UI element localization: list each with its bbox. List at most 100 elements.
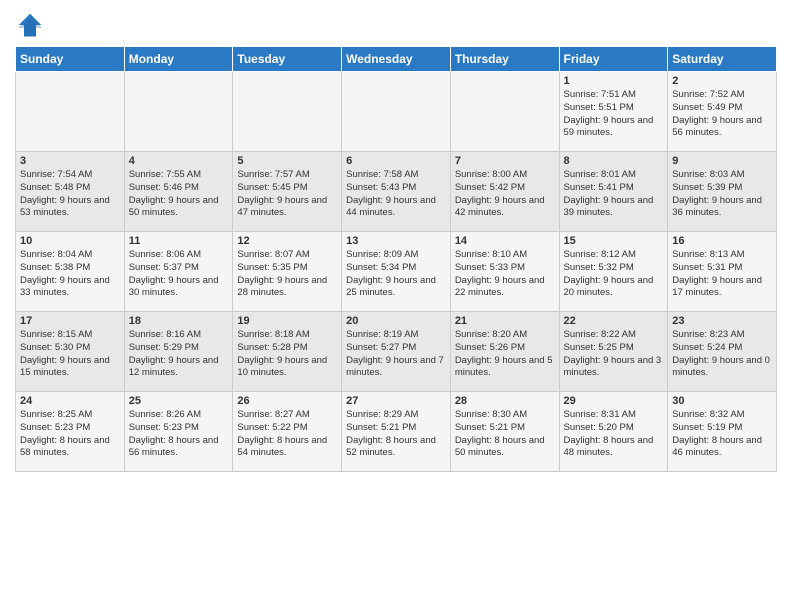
sunrise-text: Sunrise: 8:07 AM: [237, 249, 309, 260]
sunrise-text: Sunrise: 8:25 AM: [20, 409, 92, 420]
sunrise-text: Sunrise: 8:29 AM: [346, 409, 418, 420]
day-number: 2: [672, 75, 772, 87]
day-number: 17: [20, 315, 120, 327]
sunset-text: Sunset: 5:30 PM: [20, 342, 90, 353]
cell-content: Sunrise: 8:20 AMSunset: 5:26 PMDaylight:…: [455, 329, 555, 380]
daylight-text: Daylight: 9 hours and 36 minutes.: [672, 195, 762, 219]
sunrise-text: Sunrise: 8:13 AM: [672, 249, 744, 260]
sunset-text: Sunset: 5:23 PM: [129, 422, 199, 433]
sunset-text: Sunset: 5:24 PM: [672, 342, 742, 353]
daylight-text: Daylight: 9 hours and 15 minutes.: [20, 355, 110, 379]
day-number: 21: [455, 315, 555, 327]
sunrise-text: Sunrise: 8:12 AM: [564, 249, 636, 260]
day-cell: [450, 72, 559, 152]
sunset-text: Sunset: 5:31 PM: [672, 262, 742, 273]
cell-content: Sunrise: 8:19 AMSunset: 5:27 PMDaylight:…: [346, 329, 446, 380]
sunrise-text: Sunrise: 8:18 AM: [237, 329, 309, 340]
sunrise-text: Sunrise: 8:10 AM: [455, 249, 527, 260]
daylight-text: Daylight: 9 hours and 7 minutes.: [346, 355, 444, 379]
logo: [15, 10, 49, 40]
cell-content: Sunrise: 7:55 AM Sunset: 5:46 PM Daylight:…: [129, 169, 229, 220]
sunset-text: Sunset: 5:26 PM: [455, 342, 525, 353]
day-cell: 1Sunrise: 7:51 AMSunset: 5:51 PMDaylight…: [559, 72, 668, 152]
week-row-4: 17 Sunrise: 8:15 AM Sunset: 5:30 PM Dayligh…: [16, 312, 777, 392]
col-header-monday: Monday: [124, 47, 233, 72]
day-number: 8: [564, 155, 664, 167]
day-number: 9: [672, 155, 772, 167]
sunrise-text: Sunrise: 8:16 AM: [129, 329, 201, 340]
sunset-text: Sunset: 5:46 PM: [129, 182, 199, 193]
daylight-text: Daylight: 9 hours and 0 minutes.: [672, 355, 770, 379]
sunrise-text: Sunrise: 8:26 AM: [129, 409, 201, 420]
sunset-text: Sunset: 5:37 PM: [129, 262, 199, 273]
sunrise-text: Sunrise: 8:09 AM: [346, 249, 418, 260]
day-number: 11: [129, 235, 229, 247]
daylight-text: Daylight: 9 hours and 17 minutes.: [672, 275, 762, 299]
daylight-text: Daylight: 9 hours and 56 minutes.: [672, 115, 762, 139]
sunrise-text: Sunrise: 7:55 AM: [129, 169, 201, 180]
cell-content: Sunrise: 8:01 AMSunset: 5:41 PMDaylight:…: [564, 169, 664, 220]
day-number: 10: [20, 235, 120, 247]
day-cell: 15Sunrise: 8:12 AMSunset: 5:32 PMDayligh…: [559, 232, 668, 312]
daylight-text: Daylight: 9 hours and 12 minutes.: [129, 355, 219, 379]
daylight-text: Daylight: 9 hours and 28 minutes.: [237, 275, 327, 299]
cell-content: Sunrise: 8:03 AMSunset: 5:39 PMDaylight:…: [672, 169, 772, 220]
cell-content: Sunrise: 8:23 AM Sunset: 5:24 PM Daylight:…: [672, 329, 772, 380]
sunrise-text: Sunrise: 7:54 AM: [20, 169, 92, 180]
sunrise-text: Sunrise: 8:01 AM: [564, 169, 636, 180]
sunset-text: Sunset: 5:25 PM: [564, 342, 634, 353]
week-row-5: 24 Sunrise: 8:25 AM Sunset: 5:23 PM Dayligh…: [16, 392, 777, 472]
cell-content: Sunrise: 8:06 AMSunset: 5:37 PMDaylight:…: [129, 249, 229, 300]
sunrise-text: Sunrise: 8:31 AM: [564, 409, 636, 420]
day-number: 25: [129, 395, 229, 407]
sunset-text: Sunset: 5:22 PM: [237, 422, 307, 433]
day-number: 7: [455, 155, 555, 167]
day-number: 22: [564, 315, 664, 327]
daylight-text: Daylight: 9 hours and 5 minutes.: [455, 355, 553, 379]
day-cell: [124, 72, 233, 152]
day-cell: 18Sunrise: 8:16 AMSunset: 5:29 PMDayligh…: [124, 312, 233, 392]
day-number: 5: [237, 155, 337, 167]
daylight-text: Daylight: 9 hours and 50 minutes.: [129, 195, 219, 219]
day-number: 6: [346, 155, 446, 167]
cell-content: Sunrise: 8:27 AMSunset: 5:22 PMDaylight:…: [237, 409, 337, 460]
day-cell: 26Sunrise: 8:27 AMSunset: 5:22 PMDayligh…: [233, 392, 342, 472]
sunset-text: Sunset: 5:39 PM: [672, 182, 742, 193]
day-cell: 4Sunrise: 7:55 AMSunset: 5:46 PMDaylight…: [124, 152, 233, 232]
day-number: 14: [455, 235, 555, 247]
day-number: 20: [346, 315, 446, 327]
daylight-text: Daylight: 9 hours and 53 minutes.: [20, 195, 110, 219]
sunset-text: Sunset: 5:41 PM: [564, 182, 634, 193]
calendar-table: SundayMondayTuesdayWednesdayThursdayFrid…: [15, 46, 777, 472]
day-cell: 29Sunrise: 8:31 AMSunset: 5:20 PMDayligh…: [559, 392, 668, 472]
sunrise-text: Sunrise: 8:15 AM: [20, 329, 92, 340]
day-number: 28: [455, 395, 555, 407]
daylight-text: Daylight: 8 hours and 58 minutes.: [20, 435, 110, 459]
sunrise-text: Sunrise: 8:23 AM: [672, 329, 744, 340]
sunset-text: Sunset: 5:20 PM: [564, 422, 634, 433]
sunrise-text: Sunrise: 7:58 AM: [346, 169, 418, 180]
day-cell: 6Sunrise: 7:58 AMSunset: 5:43 PMDaylight…: [342, 152, 451, 232]
day-number: 19: [237, 315, 337, 327]
cell-content: Sunrise: 8:22 AMSunset: 5:25 PMDaylight:…: [564, 329, 664, 380]
sunset-text: Sunset: 5:33 PM: [455, 262, 525, 273]
day-number: 16: [672, 235, 772, 247]
day-number: 23: [672, 315, 772, 327]
daylight-text: Daylight: 8 hours and 50 minutes.: [455, 435, 545, 459]
cell-content: Sunrise: 7:57 AMSunset: 5:45 PMDaylight:…: [237, 169, 337, 220]
day-number: 24: [20, 395, 120, 407]
header: [15, 10, 777, 40]
sunrise-text: Sunrise: 7:57 AM: [237, 169, 309, 180]
sunset-text: Sunset: 5:21 PM: [455, 422, 525, 433]
sunset-text: Sunset: 5:38 PM: [20, 262, 90, 273]
cell-content: Sunrise: 8:32 AMSunset: 5:19 PMDaylight:…: [672, 409, 772, 460]
sunrise-text: Sunrise: 8:04 AM: [20, 249, 92, 260]
sunrise-text: Sunrise: 7:52 AM: [672, 89, 744, 100]
day-cell: 8Sunrise: 8:01 AMSunset: 5:41 PMDaylight…: [559, 152, 668, 232]
cell-content: Sunrise: 8:18 AMSunset: 5:28 PMDaylight:…: [237, 329, 337, 380]
daylight-text: Daylight: 9 hours and 59 minutes.: [564, 115, 654, 139]
week-row-3: 10 Sunrise: 8:04 AM Sunset: 5:38 PM Dayligh…: [16, 232, 777, 312]
sunset-text: Sunset: 5:34 PM: [346, 262, 416, 273]
col-header-tuesday: Tuesday: [233, 47, 342, 72]
sunset-text: Sunset: 5:42 PM: [455, 182, 525, 193]
